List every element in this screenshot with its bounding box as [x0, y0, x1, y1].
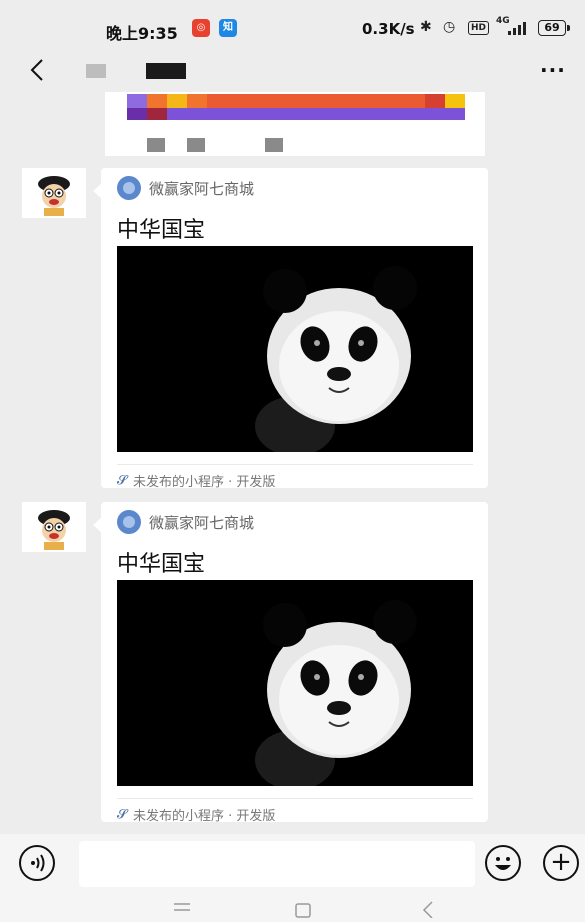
pixelated-content	[187, 138, 205, 152]
avatar[interactable]	[22, 502, 86, 552]
mini-program-footer: 𝓢 未发布的小程序 · 开发版	[117, 798, 473, 824]
mini-program-name: 微赢家阿七商城	[149, 179, 255, 198]
cartoon-avatar-icon	[38, 176, 70, 216]
battery-indicator: 69	[538, 20, 570, 36]
mini-program-status: 未发布的小程序 · 开发版	[133, 475, 276, 490]
pixelated-content	[127, 94, 465, 108]
network-speed: 0.3K/s	[362, 20, 415, 38]
chat-title-redacted	[86, 64, 106, 78]
message-text-input[interactable]	[79, 841, 475, 887]
chat-title-redacted	[146, 63, 186, 79]
mini-program-link-icon: 𝓢	[117, 472, 128, 488]
system-nav-bar	[0, 894, 585, 922]
panda-image	[117, 580, 473, 786]
mini-program-card[interactable]: 微赢家阿七商城 中华国宝 𝓢 未发布的小程序 · 开发版	[93, 502, 488, 824]
emoji-button[interactable]	[485, 845, 521, 881]
mini-program-logo-icon	[117, 176, 141, 200]
alarm-icon: ◷	[443, 19, 456, 35]
pixelated-content	[147, 138, 165, 152]
weibo-red-icon: ◎	[192, 19, 210, 37]
previous-message-redacted[interactable]	[105, 92, 485, 156]
panda-image	[117, 246, 473, 452]
more-functions-button[interactable]: +	[543, 845, 579, 881]
nav-menu-icon[interactable]	[172, 900, 192, 916]
mini-program-link-icon: 𝓢	[117, 806, 128, 822]
hd-icon: HD	[468, 21, 490, 35]
back-arrow-icon[interactable]	[26, 56, 50, 86]
mini-program-header: 微赢家阿七商城	[117, 176, 254, 200]
mini-program-name: 微赢家阿七商城	[149, 513, 255, 532]
more-options-icon[interactable]: ···	[540, 58, 574, 82]
mini-program-title: 中华国宝	[117, 552, 206, 577]
avatar[interactable]	[22, 168, 86, 218]
zhihu-blue-icon: 知	[219, 19, 237, 37]
mini-program-footer: 𝓢 未发布的小程序 · 开发版	[117, 464, 473, 490]
emoji-icon	[495, 857, 511, 870]
voice-input-button[interactable]	[19, 845, 55, 881]
mini-program-title: 中华国宝	[117, 218, 206, 243]
status-bar: 晚上9:35 ◎ 知 0.3K/s ✱ ◷ HD 4G 69	[0, 0, 585, 56]
signal-strength-icon	[508, 22, 526, 35]
status-time: 晚上9:35	[106, 24, 178, 43]
chat-header: ···	[0, 56, 585, 90]
nav-home-icon[interactable]	[294, 900, 314, 918]
mini-program-status: 未发布的小程序 · 开发版	[133, 809, 276, 824]
mini-program-card[interactable]: 微赢家阿七商城 中华国宝 𝓢 未发布的小程序 · 开发版	[93, 168, 488, 490]
plus-icon: +	[550, 847, 572, 877]
chat-input-bar: +	[0, 834, 585, 894]
mini-program-logo-icon	[117, 510, 141, 534]
cartoon-avatar-icon	[38, 510, 70, 550]
voice-icon	[31, 854, 45, 872]
nav-back-icon[interactable]	[420, 900, 436, 918]
mini-program-header: 微赢家阿七商城	[117, 510, 254, 534]
bluetooth-icon: ✱	[420, 19, 432, 35]
pixelated-content	[265, 138, 283, 152]
pixelated-content	[127, 108, 465, 120]
